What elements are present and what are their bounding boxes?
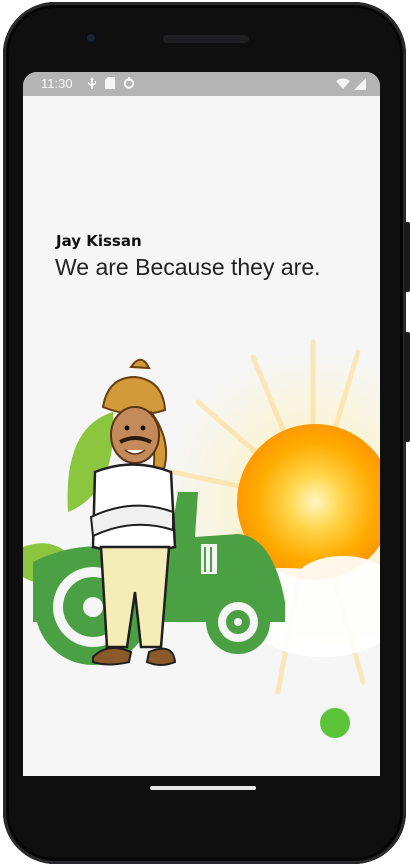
home-gesture-bar[interactable] [150,786,256,790]
next-button[interactable] [320,708,350,738]
status-system-icons [336,78,366,90]
status-bar: 11:30 [23,72,380,96]
earpiece-speaker [163,35,249,43]
brand-name: Jay Kissan [56,232,142,250]
volume-button [404,222,410,292]
tagline: We are Because they are. [55,254,321,280]
power-button [404,332,410,442]
front-camera [85,32,97,44]
status-time: 11:30 [41,76,73,91]
app-screen: 11:30 Jay Kissan We are Because they are… [23,72,380,776]
usb-icon [88,77,96,89]
farmer-tractor-illustration [23,339,380,695]
sync-icon [123,77,135,89]
sd-card-icon [105,77,115,89]
wifi-icon [336,78,350,89]
signal-icon [354,78,366,90]
status-notification-icons [87,77,135,89]
